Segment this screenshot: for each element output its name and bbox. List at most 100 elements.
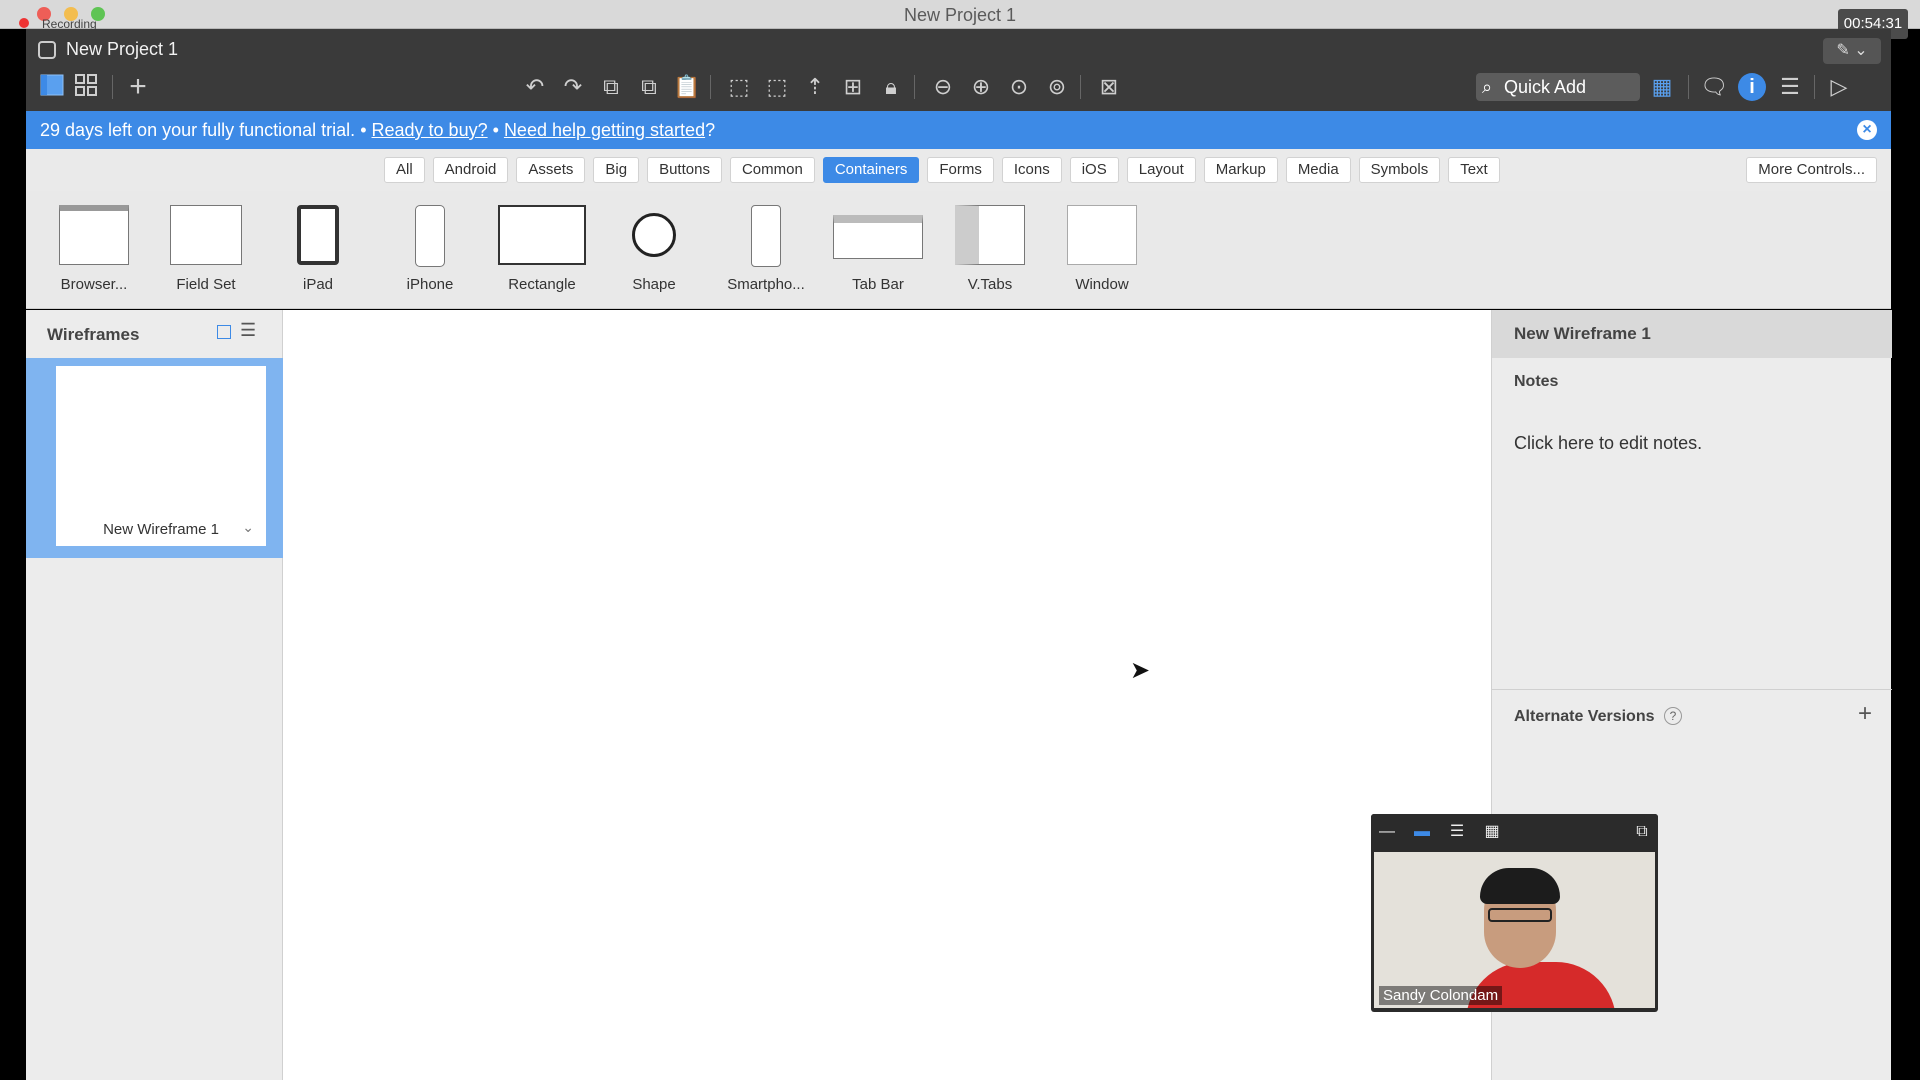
ungroup-icon[interactable]: ⬚ [763,73,791,101]
alternate-versions-section: Alternate Versions ? + [1492,689,1892,741]
library-item-ipad[interactable]: iPad [268,205,368,293]
paste-icon[interactable]: 📋 [673,73,701,101]
bring-forward-icon[interactable]: ⇡ [801,73,829,101]
participant-name: Sandy Colondam [1379,986,1503,1005]
help-suffix: ? [705,120,716,140]
shape-thumbnail [632,213,676,257]
info-icon[interactable]: i [1738,73,1766,101]
filter-tab-text[interactable]: Text [1448,157,1500,183]
iphone-thumbnail [415,205,445,267]
library-item-tab-bar[interactable]: Tab Bar [828,205,928,293]
library-item-label: Shape [632,276,676,293]
close-banner-icon[interactable]: × [1857,120,1877,140]
wireframe-list-item[interactable]: New Wireframe 1 ⌄ [26,358,283,558]
wireframe-thumbnail[interactable]: New Wireframe 1 ⌄ [56,366,266,546]
mouse-cursor-icon: ➤ [1130,657,1151,684]
notes-panel-icon[interactable]: ☰ [1776,73,1804,101]
filter-tab-icons[interactable]: Icons [1001,157,1062,183]
filter-tab-forms[interactable]: Forms [927,157,994,183]
chevron-down-icon[interactable]: ⌄ [242,519,254,536]
wireframe-canvas[interactable]: ➤ [283,310,1491,1080]
library-item-label: iPhone [406,276,454,293]
align-icon[interactable]: ⊞ [839,73,867,101]
filter-tab-layout[interactable]: Layout [1126,157,1196,183]
filter-tab-markup[interactable]: Markup [1203,157,1278,183]
library-item-label: Window [1075,276,1129,293]
grid-view-icon[interactable] [72,73,100,101]
filter-tab-containers[interactable]: Containers [822,157,920,183]
control-library: Browser... Field Set iPad iPhone Rectang… [26,191,1891,309]
wireframes-panel-title: Wireframes [47,325,140,344]
filter-tab-buttons[interactable]: Buttons [647,157,722,183]
thumbnail-view-icon[interactable] [217,325,231,339]
add-wireframe-icon[interactable]: + [124,72,152,102]
library-item-shape[interactable]: Shape [604,205,704,293]
library-item-v-tabs[interactable]: V.Tabs [940,205,1040,293]
notes-edit-area[interactable]: Click here to edit notes. [1514,433,1702,454]
filter-tab-all[interactable]: All [384,157,425,183]
list-view-icon[interactable]: ☰ [240,320,256,341]
trial-banner: 29 days left on your fully functional tr… [26,111,1891,149]
library-item-label: Browser... [60,276,128,293]
group-icon[interactable]: ⬚ [725,73,753,101]
filter-tab-ios[interactable]: iOS [1069,157,1119,183]
banner-bullet: • [360,120,367,140]
filter-tab-symbols[interactable]: Symbols [1358,157,1441,183]
help-icon[interactable]: ? [1664,707,1682,725]
actual-size-icon[interactable]: ⊙ [1005,73,1033,101]
toolbar-divider [710,75,711,99]
zoom-fit-icon[interactable]: ⊚ [1043,73,1071,101]
video-call-overlay[interactable]: — ▬ ☰ ▦ ⧉ Sandy Colondam [1371,814,1658,1012]
window-title: New Project 1 [903,5,1017,25]
copy-icon[interactable]: ⧉ [597,73,625,101]
present-icon[interactable]: ▷ [1825,73,1853,101]
window-titlebar: Recording New Project 1 00:54:31 [0,0,1920,39]
filter-tab-android[interactable]: Android [432,157,509,183]
stacked-view-icon[interactable]: ☰ [1447,822,1467,842]
wireframe-title[interactable]: New Wireframe 1 [1492,310,1892,358]
notes-label: Notes [1514,373,1559,390]
alternate-versions-label: Alternate Versions [1514,708,1655,725]
minimize-video-icon[interactable]: — [1377,822,1397,842]
pencil-icon: ✎ [1836,42,1850,59]
single-view-icon[interactable] [38,73,66,101]
filter-tab-big[interactable]: Big [593,157,640,183]
library-item-window[interactable]: Window [1052,205,1152,293]
rectangle-thumbnail [498,205,586,265]
delete-icon[interactable]: ⊠ [1095,73,1123,101]
zoom-in-icon[interactable]: ⊕ [967,73,995,101]
library-item-rectangle[interactable]: Rectangle [492,205,592,293]
screen: Recording New Project 1 00:54:31 New Pro… [0,0,1920,1080]
speaker-view-icon[interactable]: ▬ [1412,822,1432,842]
undo-icon[interactable]: ↶ [521,73,549,101]
library-item-browser[interactable]: Browser... [44,205,144,293]
edit-mode-button[interactable]: ✎ ⌄ [1823,38,1881,64]
add-alternate-version-icon[interactable]: + [1858,700,1872,728]
toolbar-divider [112,75,113,99]
window-thumbnail [1067,205,1137,265]
library-item-field-set[interactable]: Field Set [156,205,256,293]
comment-icon[interactable]: 🗨︎ [1700,73,1728,101]
filter-tab-assets[interactable]: Assets [516,157,586,183]
lock-icon[interactable]: 🔒︎ [877,73,905,101]
redo-icon[interactable]: ↷ [559,73,587,101]
quick-add-input[interactable]: ⌕ Quick Add [1476,73,1640,101]
participant-glasses [1488,908,1552,922]
duplicate-icon[interactable]: ⧉ [635,73,663,101]
library-item-label: Rectangle [508,276,576,293]
smartphone-thumbnail [751,205,781,267]
filter-tab-media[interactable]: Media [1285,157,1351,183]
more-controls-button[interactable]: More Controls... [1746,157,1877,183]
zoom-out-icon[interactable]: ⊖ [929,73,957,101]
filter-tab-common[interactable]: Common [729,157,815,183]
project-title: New Project 1 [66,39,179,59]
library-item-label: Tab Bar [852,276,904,293]
library-item-smartphone[interactable]: Smartpho... [716,205,816,293]
help-getting-started-link[interactable]: Need help getting started [504,120,705,140]
exit-floating-view-icon[interactable]: ⧉ [1632,822,1652,842]
ready-to-buy-link[interactable]: Ready to buy? [372,120,488,140]
ui-library-icon[interactable]: ▦ [1648,73,1676,101]
gallery-view-icon[interactable]: ▦ [1482,822,1502,842]
tab-bar-thumbnail [833,215,923,259]
library-item-iphone[interactable]: iPhone [380,205,480,293]
